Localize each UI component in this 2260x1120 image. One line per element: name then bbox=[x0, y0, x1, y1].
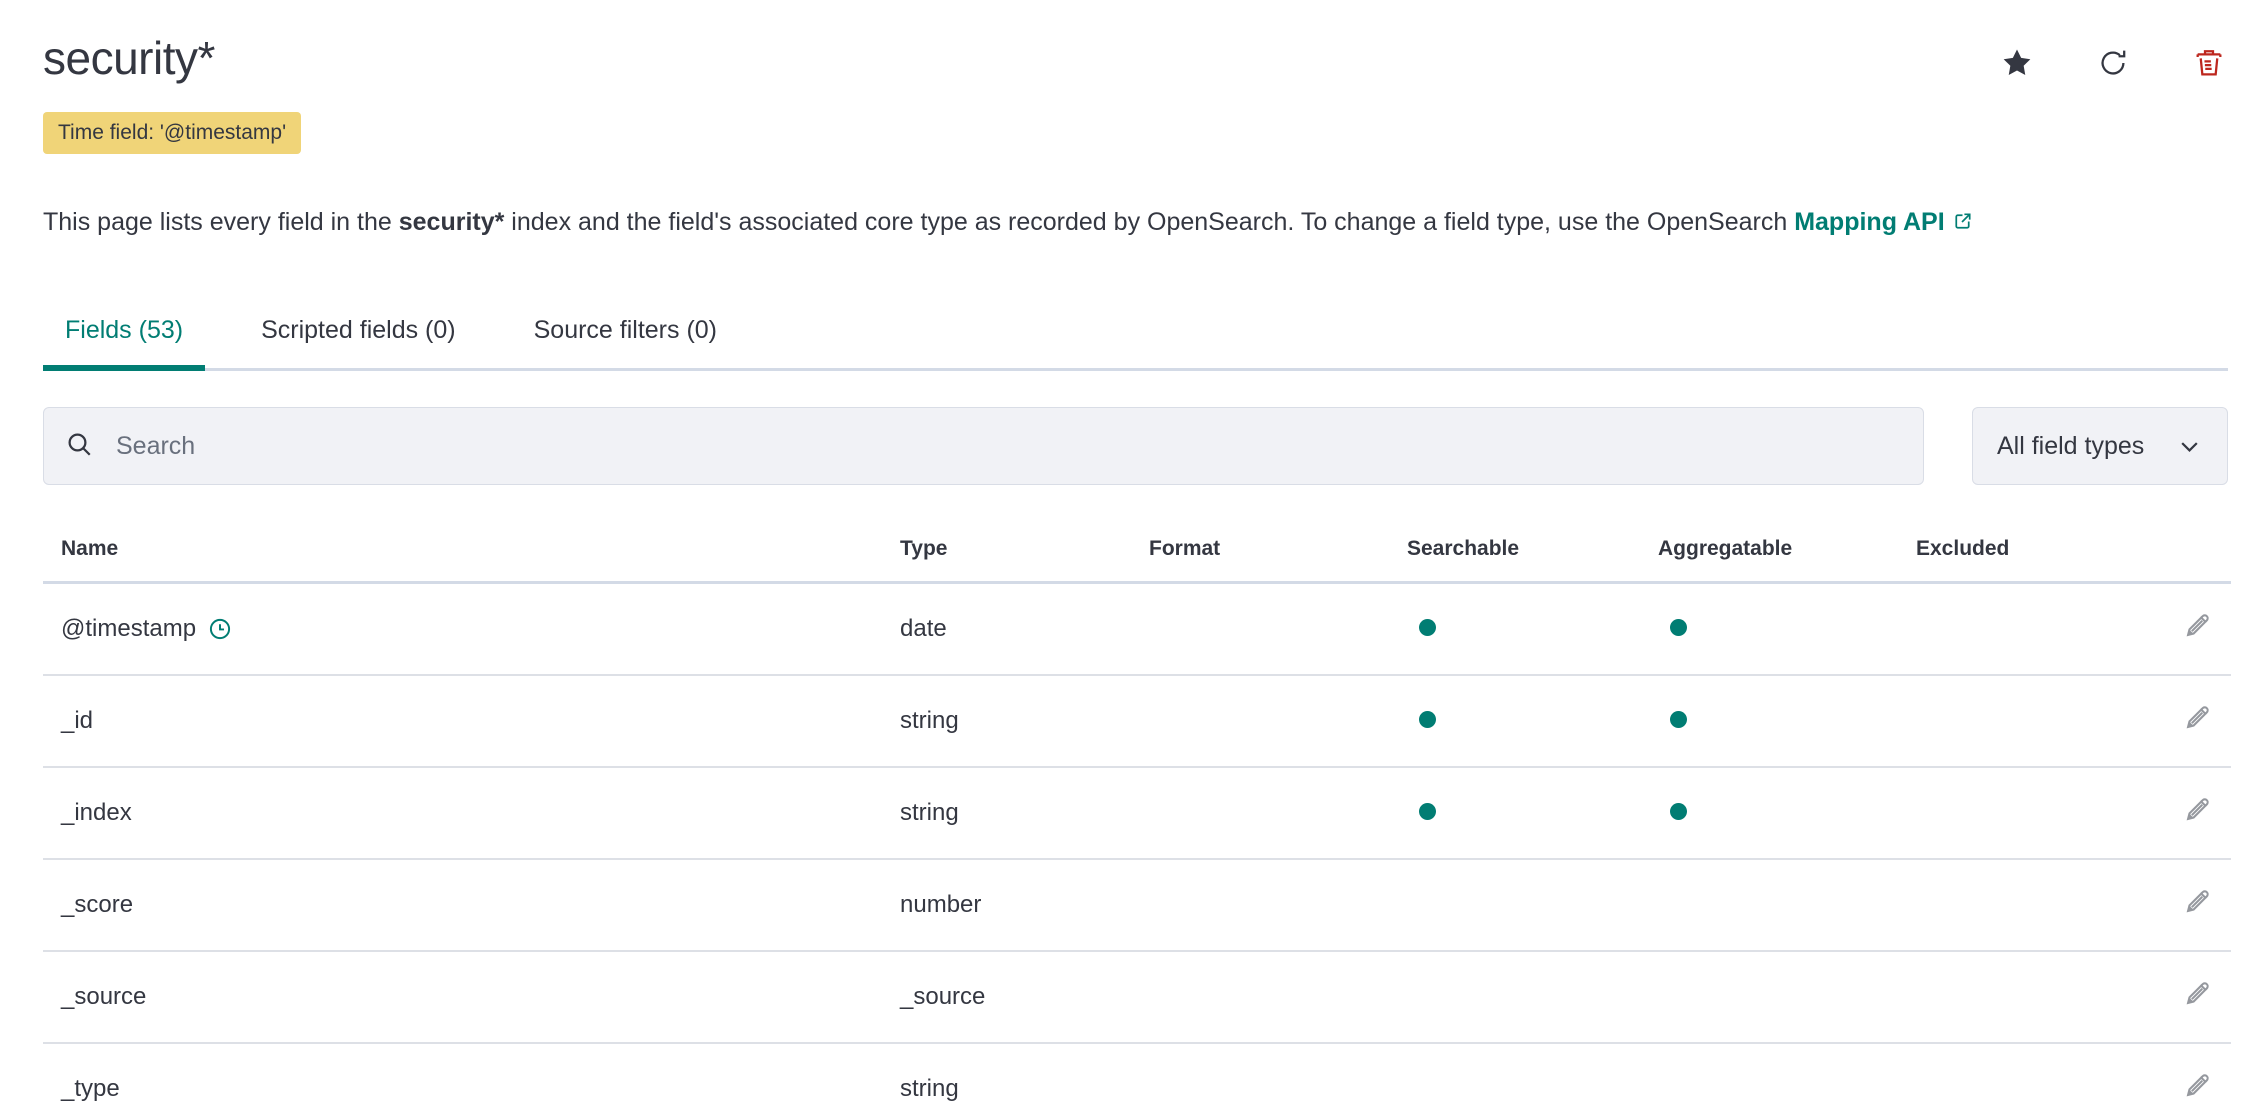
field-type-filter-label: All field types bbox=[1997, 431, 2145, 460]
field-excluded bbox=[1898, 859, 2153, 952]
field-name: _id bbox=[61, 707, 94, 734]
field-name: _type bbox=[61, 1075, 120, 1102]
search-icon bbox=[68, 433, 91, 456]
pencil-icon bbox=[2186, 1074, 2209, 1097]
page-description: This page lists every field in the secur… bbox=[43, 198, 2228, 246]
search-box[interactable] bbox=[43, 407, 1924, 485]
chevron-down-icon bbox=[2181, 441, 2198, 452]
field-type: string bbox=[882, 675, 1131, 768]
pencil-icon bbox=[2186, 890, 2209, 913]
aggregatable-dot bbox=[1670, 619, 1687, 636]
table-row: _source _source bbox=[43, 951, 2231, 1044]
tab-source-filters[interactable]: Source filters (0) bbox=[512, 316, 739, 368]
field-name: @timestamp bbox=[61, 615, 197, 642]
external-link-icon bbox=[1955, 213, 1971, 229]
edit-field-button[interactable] bbox=[2182, 1070, 2213, 1104]
aggregatable-dot bbox=[1670, 803, 1687, 820]
table-row: _index string bbox=[43, 767, 2231, 860]
title-block: security* Time field: '@timestamp' bbox=[43, 30, 302, 154]
field-name: _score bbox=[61, 891, 134, 918]
column-header-aggregatable: Aggregatable bbox=[1640, 527, 1898, 584]
star-icon bbox=[2003, 49, 2031, 75]
index-name: security* bbox=[398, 208, 505, 236]
searchable-dot bbox=[1419, 711, 1436, 728]
field-format bbox=[1131, 1043, 1389, 1120]
edit-field-button[interactable] bbox=[2182, 886, 2213, 920]
field-format bbox=[1131, 767, 1389, 860]
tab-scripted-fields[interactable]: Scripted fields (0) bbox=[239, 316, 478, 368]
column-header-format: Format bbox=[1131, 527, 1389, 584]
edit-field-button[interactable] bbox=[2182, 610, 2213, 644]
page-header: security* Time field: '@timestamp' bbox=[43, 30, 2228, 154]
aggregatable-dot bbox=[1670, 711, 1687, 728]
pencil-icon bbox=[2186, 706, 2209, 729]
table-row: _type string bbox=[43, 1043, 2231, 1120]
column-header-excluded: Excluded bbox=[1898, 527, 2153, 584]
field-type: string bbox=[882, 1043, 1131, 1120]
table-row: _id string bbox=[43, 675, 2231, 768]
edit-field-button[interactable] bbox=[2182, 794, 2213, 828]
mapping-api-link-label: Mapping API bbox=[1794, 208, 1945, 236]
fields-table-header-row: Name Type Format Searchable Aggregatable Excl… bbox=[43, 527, 2231, 584]
favorite-button[interactable] bbox=[2000, 46, 2034, 80]
tab-fields[interactable]: Fields (53) bbox=[43, 316, 206, 371]
field-format bbox=[1131, 582, 1389, 676]
field-format bbox=[1131, 951, 1389, 1044]
clock-icon bbox=[209, 618, 231, 640]
delete-button[interactable] bbox=[2192, 46, 2226, 80]
field-type-filter[interactable]: All field types bbox=[1972, 407, 2228, 485]
page-title: security* bbox=[43, 32, 215, 84]
field-excluded bbox=[1898, 951, 2153, 1044]
field-excluded bbox=[1898, 675, 2153, 768]
refresh-icon bbox=[2101, 50, 2126, 75]
field-format bbox=[1131, 675, 1389, 768]
fields-table: Name Type Format Searchable Aggregatable Excl… bbox=[43, 527, 2231, 1120]
field-name: _source bbox=[61, 983, 147, 1010]
column-header-name: Name bbox=[43, 527, 882, 584]
description-middle: index and the field's associated core ty… bbox=[504, 208, 1795, 236]
field-excluded bbox=[1898, 582, 2153, 676]
column-header-edit bbox=[2153, 527, 2231, 584]
edit-field-button[interactable] bbox=[2182, 978, 2213, 1012]
time-field-badge: Time field: '@timestamp' bbox=[43, 112, 302, 154]
trash-icon bbox=[2196, 50, 2222, 76]
table-row: _score number bbox=[43, 859, 2231, 952]
header-actions bbox=[2000, 46, 2228, 80]
searchable-dot bbox=[1419, 619, 1436, 636]
field-name: _index bbox=[61, 799, 132, 826]
field-excluded bbox=[1898, 767, 2153, 860]
table-row: @timestamp date bbox=[43, 582, 2231, 676]
field-type: date bbox=[882, 582, 1131, 676]
index-pattern-page: security* Time field: '@timestamp' This … bbox=[0, 30, 2260, 1120]
field-type: number bbox=[882, 859, 1131, 952]
pencil-icon bbox=[2186, 798, 2209, 821]
fields-table-body: @timestamp date _id string _index string… bbox=[43, 582, 2231, 1120]
field-format bbox=[1131, 859, 1389, 952]
refresh-button[interactable] bbox=[2096, 46, 2130, 80]
pencil-icon bbox=[2186, 982, 2209, 1005]
tabs: Fields (53) Scripted fields (0) Source fil… bbox=[43, 316, 2228, 371]
filter-row: All field types bbox=[43, 407, 2228, 485]
field-excluded bbox=[1898, 1043, 2153, 1120]
edit-field-button[interactable] bbox=[2182, 702, 2213, 736]
pencil-icon bbox=[2186, 614, 2209, 637]
description-intro: This page lists every field in the bbox=[43, 208, 399, 236]
column-header-searchable: Searchable bbox=[1389, 527, 1640, 584]
field-type: _source bbox=[882, 951, 1131, 1044]
search-input[interactable] bbox=[114, 430, 1901, 462]
column-header-type: Type bbox=[882, 527, 1131, 584]
searchable-dot bbox=[1419, 803, 1436, 820]
mapping-api-link[interactable]: Mapping API bbox=[1794, 208, 1973, 236]
field-type: string bbox=[882, 767, 1131, 860]
